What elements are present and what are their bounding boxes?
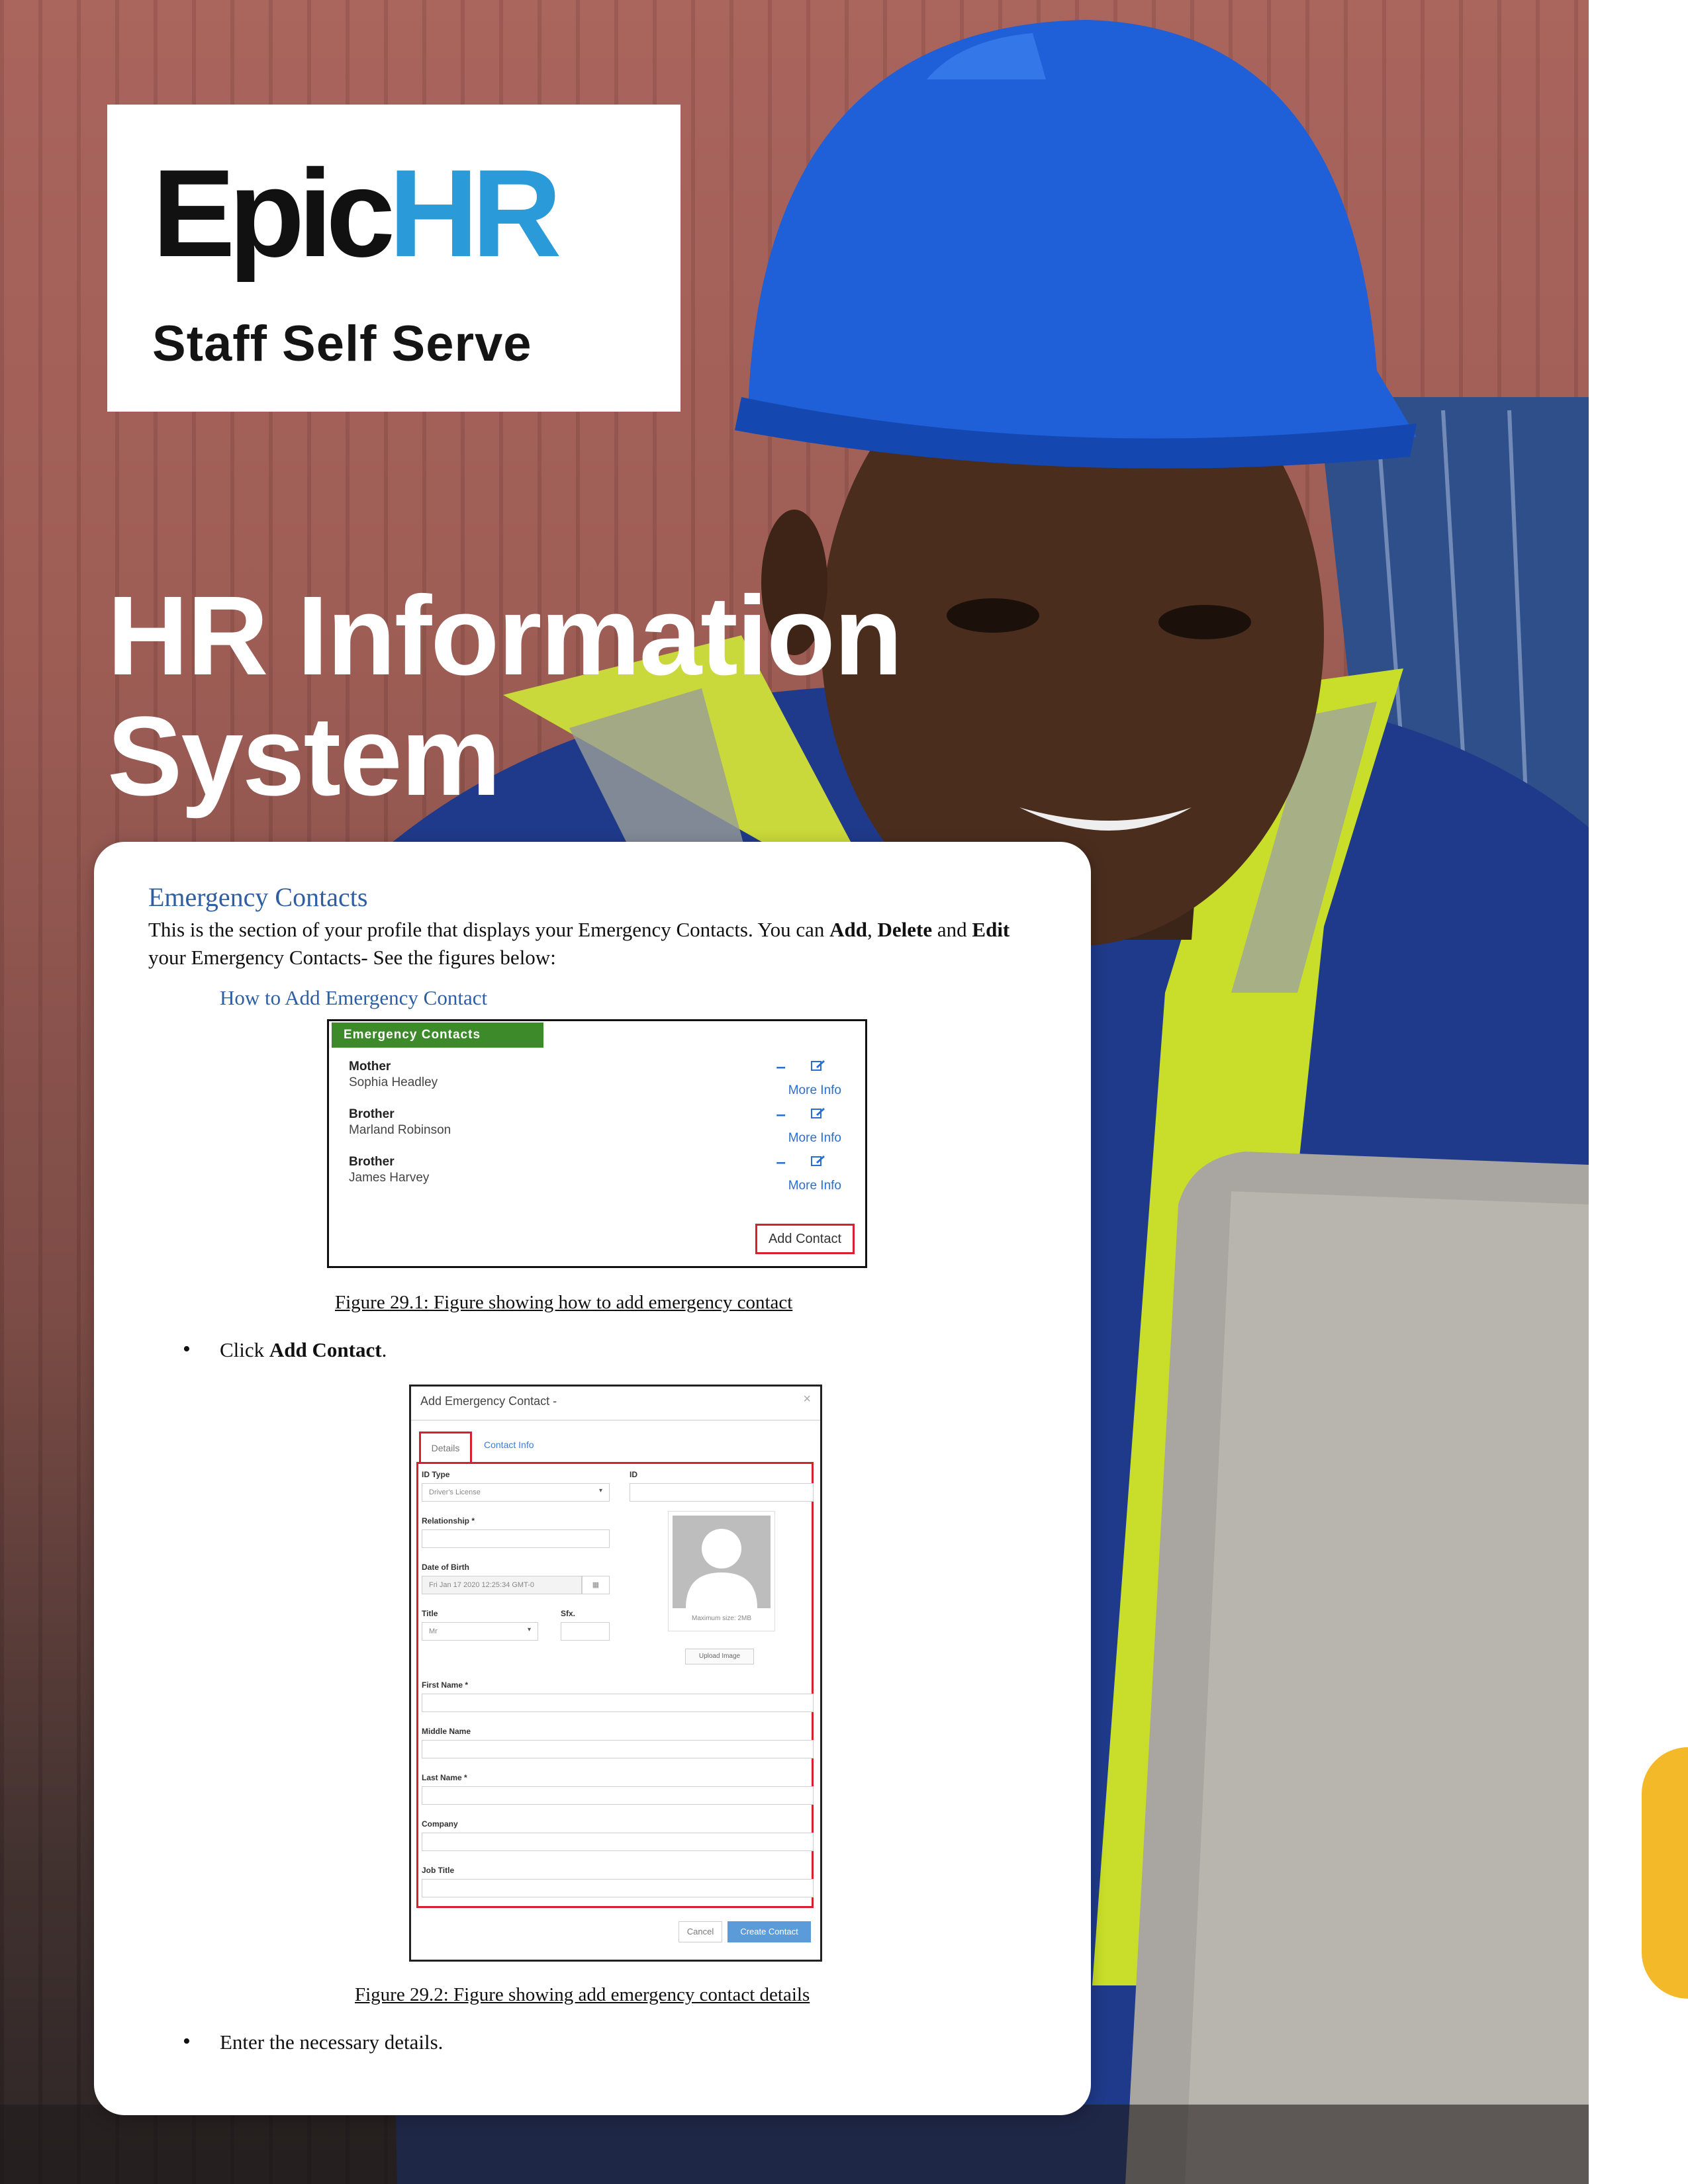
document-card: Emergency Contacts This is the section o…	[94, 842, 1091, 2115]
contact-row: Brother James Harvey – More Info	[349, 1153, 845, 1193]
cancel-button[interactable]: Cancel	[679, 1921, 722, 1942]
contact-relationship: Brother	[349, 1155, 395, 1169]
middle-name-input[interactable]	[422, 1740, 814, 1758]
dob-label: Date of Birth	[422, 1563, 469, 1572]
chevron-down-icon: ▾	[528, 1626, 532, 1633]
epichr-logo: EpicHR Staff Self Serve	[107, 105, 680, 412]
delete-icon[interactable]: –	[776, 1058, 786, 1075]
edit-icon[interactable]	[811, 1155, 825, 1167]
close-icon[interactable]: ×	[803, 1392, 811, 1407]
delete-icon[interactable]: –	[776, 1105, 786, 1122]
bullet-1-prefix: Click	[220, 1338, 269, 1361]
middle-name-label: Middle Name	[422, 1727, 471, 1736]
company-label: Company	[422, 1819, 458, 1829]
contact-photo-box: Maximum size: 2MB	[668, 1511, 775, 1631]
delete-icon[interactable]: –	[776, 1153, 786, 1170]
id-label: ID	[630, 1470, 637, 1479]
edit-icon[interactable]	[811, 1107, 825, 1119]
modal-title: Add Emergency Contact -	[420, 1394, 557, 1408]
contact-name: James Harvey	[349, 1171, 430, 1185]
section-heading: Emergency Contacts	[148, 882, 368, 912]
para-edit: Edit	[972, 918, 1010, 941]
para-text-1: This is the section of your profile that…	[148, 918, 830, 941]
figure-emergency-contacts-panel: Emergency Contacts Mother Sophia Headley…	[327, 1019, 867, 1268]
contact-name: Sophia Headley	[349, 1075, 438, 1089]
relationship-label: Relationship *	[422, 1516, 475, 1525]
subsection-heading: How to Add Emergency Contact	[220, 986, 488, 1009]
create-contact-button[interactable]: Create Contact	[727, 1921, 811, 1942]
edit-icon[interactable]	[811, 1060, 825, 1071]
para-sep-2: and	[932, 918, 972, 941]
contact-relationship: Mother	[349, 1060, 391, 1073]
sfx-input[interactable]	[561, 1622, 610, 1641]
more-info-link[interactable]: More Info	[788, 1131, 841, 1146]
add-contact-button[interactable]: Add Contact	[755, 1224, 855, 1254]
photo-size-note: Maximum size: 2MB	[691, 1615, 751, 1622]
id-input[interactable]	[630, 1483, 814, 1502]
last-name-input[interactable]	[422, 1786, 814, 1805]
logo-wordmark: EpicHR	[152, 151, 562, 275]
tab-details[interactable]: Details	[419, 1432, 472, 1463]
contact-row: Brother Marland Robinson – More Info	[349, 1105, 845, 1145]
avatar-placeholder-icon	[673, 1516, 771, 1608]
bullet-1-bold: Add Contact	[269, 1338, 382, 1361]
para-delete: Delete	[877, 918, 933, 941]
title-select[interactable]: Mr	[422, 1622, 538, 1641]
yellow-decorative-shape	[1642, 1747, 1688, 1999]
upload-image-button[interactable]: Upload Image	[685, 1649, 754, 1664]
relationship-input[interactable]	[422, 1529, 610, 1548]
calendar-icon[interactable]: ▦	[582, 1576, 610, 1594]
logo-tagline: Staff Self Serve	[152, 316, 532, 372]
blue-hard-hat	[741, 20, 1417, 447]
para-add: Add	[829, 918, 868, 941]
logo-hr: HR	[389, 144, 562, 283]
para-text-2: your Emergency Contacts- See the figures…	[148, 946, 556, 969]
first-name-input[interactable]	[422, 1694, 814, 1712]
title-line-2: System	[107, 694, 501, 819]
id-type-label: ID Type	[422, 1470, 450, 1479]
job-title-label: Job Title	[422, 1866, 455, 1875]
more-info-link[interactable]: More Info	[788, 1179, 841, 1193]
more-info-link[interactable]: More Info	[788, 1083, 841, 1098]
bullet-click-add-contact: Click Add Contact.	[183, 1337, 387, 1362]
tab-contact-info[interactable]: Contact Info	[484, 1439, 534, 1450]
page-title: HR Information System	[107, 576, 1034, 817]
figure-2-caption: Figure 29.2: Figure showing add emergenc…	[355, 1984, 810, 2005]
contact-name: Marland Robinson	[349, 1123, 451, 1137]
logo-epic: Epic	[152, 144, 395, 283]
figure-add-contact-modal: Add Emergency Contact - × Details Contac…	[409, 1385, 822, 1962]
first-name-label: First Name *	[422, 1680, 469, 1690]
company-input[interactable]	[422, 1833, 814, 1851]
dob-input[interactable]: Fri Jan 17 2020 12:25:34 GMT-0	[422, 1576, 582, 1594]
bullet-1-suffix: .	[381, 1338, 387, 1361]
contact-row: Mother Sophia Headley – More Info	[349, 1058, 845, 1097]
sfx-label: Sfx.	[561, 1609, 576, 1618]
chevron-down-icon: ▾	[599, 1487, 603, 1494]
last-name-label: Last Name *	[422, 1773, 467, 1782]
modal-divider	[411, 1420, 820, 1421]
para-sep-1: ,	[867, 918, 878, 941]
figure-1-caption: Figure 29.1: Figure showing how to add e…	[335, 1292, 793, 1313]
title-line-1: HR Information	[107, 573, 903, 699]
title-label: Title	[422, 1609, 438, 1618]
bullet-enter-details: Enter the necessary details.	[183, 2029, 443, 2054]
section-paragraph: This is the section of your profile that…	[148, 916, 1049, 972]
id-type-select[interactable]: Driver's License	[422, 1483, 610, 1502]
panel-header: Emergency Contacts	[332, 1023, 543, 1048]
job-title-input[interactable]	[422, 1879, 814, 1897]
contact-relationship: Brother	[349, 1107, 395, 1121]
